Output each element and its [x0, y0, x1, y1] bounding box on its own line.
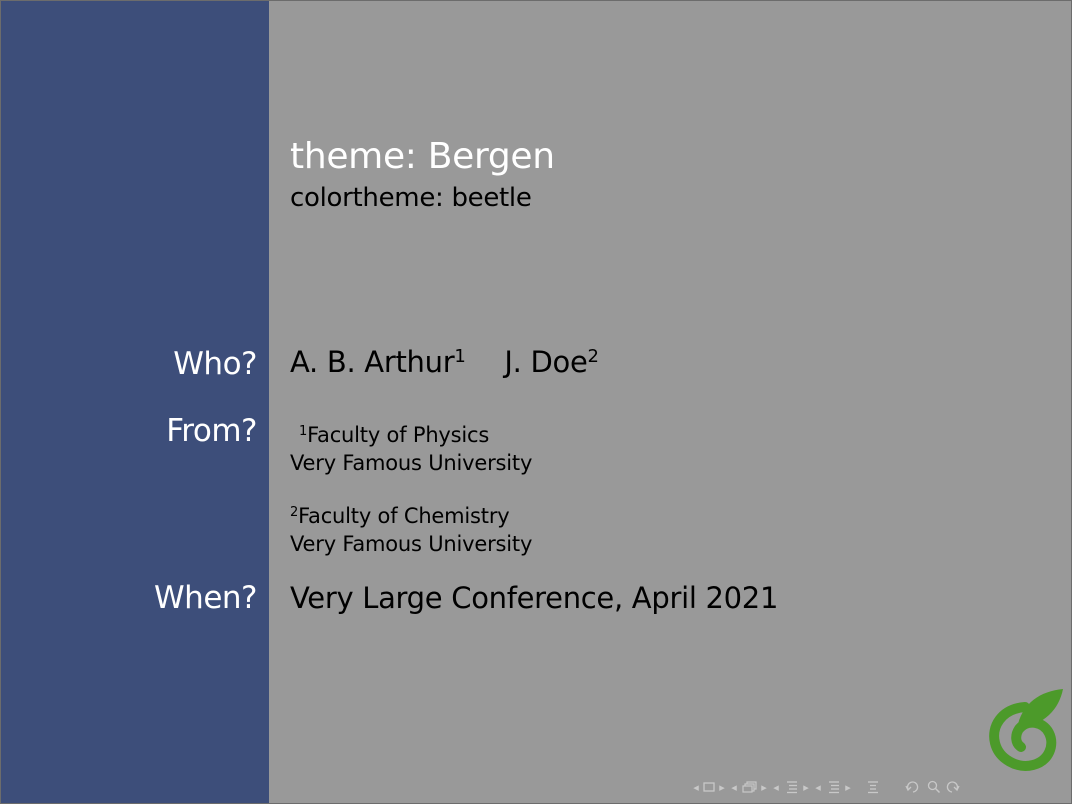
institute-university: Very Famous University — [290, 532, 533, 556]
institute-mark: 2 — [290, 504, 299, 520]
nav-prev-subsection-icon[interactable]: ◂ — [727, 777, 741, 797]
institute-faculty: Faculty of Chemistry — [298, 504, 510, 528]
institute-mark: 1 — [299, 423, 308, 439]
main-area — [269, 1, 1071, 803]
slide: theme: Bergen colortheme: beetle Who? Fr… — [0, 0, 1072, 804]
nav-prev-page-icon[interactable]: ◂ — [811, 777, 825, 797]
author-list: A. B. Arthur1 J. Doe2 — [290, 345, 599, 379]
sidebar — [1, 1, 269, 803]
institute: 2Faculty of Chemistry Very Famous Univer… — [290, 502, 532, 558]
slide-title: theme: Bergen — [290, 136, 555, 177]
nav-back-icon[interactable] — [901, 777, 925, 797]
nav-frame-icon[interactable] — [701, 777, 717, 797]
nav-search-icon[interactable] — [925, 777, 943, 797]
nav-page-icon[interactable] — [825, 777, 843, 797]
nav-align-icon[interactable] — [853, 777, 893, 797]
navigation-bar: ◂ ▸ ◂ ▸ ◂ ▸ ◂ ▸ — [691, 777, 1066, 797]
when-label: When? — [154, 580, 257, 616]
author-name: A. B. Arthur — [290, 345, 455, 379]
nav-prev-section-icon[interactable]: ◂ — [769, 777, 783, 797]
slide-subtitle: colortheme: beetle — [290, 183, 532, 213]
author-name: J. Doe — [504, 345, 588, 379]
author: J. Doe2 — [504, 345, 599, 379]
nav-subsection-icon[interactable] — [741, 777, 759, 797]
nav-next-page-icon[interactable]: ▸ — [843, 777, 853, 797]
nav-next-frame-icon[interactable]: ▸ — [717, 777, 727, 797]
institute-university: Very Famous University — [290, 451, 533, 475]
nav-forward-icon[interactable] — [943, 777, 961, 797]
author: A. B. Arthur1 — [290, 345, 466, 379]
institute-faculty: Faculty of Physics — [307, 423, 490, 447]
author-affiliation-mark: 1 — [454, 346, 466, 368]
presentation-date: Very Large Conference, April 2021 — [290, 581, 779, 615]
from-label: From? — [166, 413, 257, 449]
nav-section-icon[interactable] — [783, 777, 801, 797]
nav-next-section-icon[interactable]: ▸ — [801, 777, 811, 797]
institute: 1Faculty of Physics Very Famous Universi… — [290, 421, 532, 477]
who-label: Who? — [173, 346, 257, 382]
nav-next-subsection-icon[interactable]: ▸ — [759, 777, 769, 797]
overleaf-leaf-icon — [987, 685, 1065, 771]
nav-prev-frame-icon[interactable]: ◂ — [691, 777, 701, 797]
author-affiliation-mark: 2 — [587, 346, 599, 368]
